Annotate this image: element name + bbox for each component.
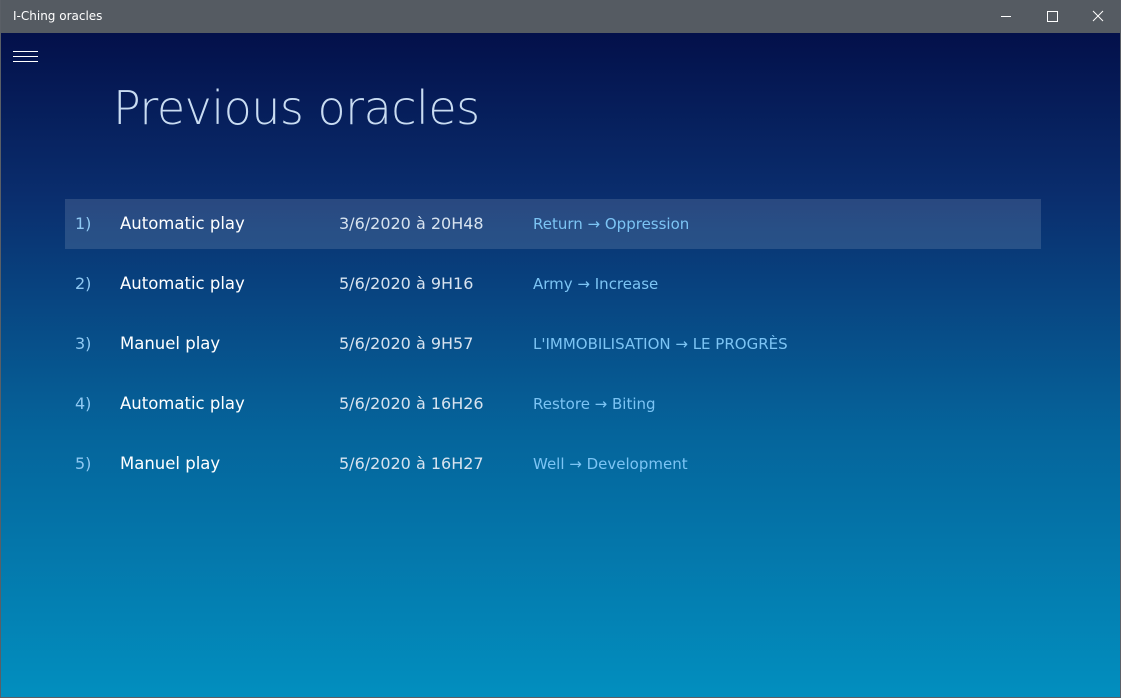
hamburger-icon (13, 51, 38, 52)
row-number: 1) (75, 214, 92, 233)
oracle-date: 5/6/2020 à 9H57 (339, 334, 474, 353)
oracle-date: 3/6/2020 à 20H48 (339, 214, 484, 233)
oracle-result: Well → Development (533, 455, 688, 473)
oracle-row-5[interactable]: 5) Manuel play 5/6/2020 à 16H27 Well → D… (65, 439, 1041, 489)
row-number: 4) (75, 394, 92, 413)
maximize-button[interactable] (1029, 0, 1075, 33)
page-title: Previous oracles (113, 81, 480, 135)
oracle-date: 5/6/2020 à 9H16 (339, 274, 474, 293)
oracle-row-4[interactable]: 4) Automatic play 5/6/2020 à 16H26 Resto… (65, 379, 1041, 429)
minimize-icon (1001, 16, 1011, 17)
main-content: Previous oracles 1) Automatic play 3/6/2… (1, 33, 1120, 697)
oracle-row-1[interactable]: 1) Automatic play 3/6/2020 à 20H48 Retur… (65, 199, 1041, 249)
oracle-row-2[interactable]: 2) Automatic play 5/6/2020 à 9H16 Army →… (65, 259, 1041, 309)
close-button[interactable] (1075, 0, 1120, 33)
app-window: I-Ching oracles Previous oracles 1) Auto… (0, 0, 1121, 698)
row-number: 5) (75, 454, 92, 473)
play-type: Manuel play (120, 334, 221, 353)
hamburger-menu-button[interactable] (13, 49, 39, 65)
row-number: 2) (75, 274, 92, 293)
oracle-row-3[interactable]: 3) Manuel play 5/6/2020 à 9H57 L'IMMOBIL… (65, 319, 1041, 369)
oracle-result: Restore → Biting (533, 395, 656, 413)
hamburger-icon-line (13, 56, 38, 57)
row-number: 3) (75, 334, 92, 353)
play-type: Manuel play (120, 454, 221, 473)
title-bar[interactable]: I-Ching oracles (1, 0, 1120, 33)
minimize-button[interactable] (983, 0, 1029, 33)
play-type: Automatic play (120, 214, 245, 233)
play-type: Automatic play (120, 394, 245, 413)
oracle-date: 5/6/2020 à 16H27 (339, 454, 484, 473)
oracle-result: L'IMMOBILISATION → LE PROGRÈS (533, 335, 788, 353)
window-title: I-Ching oracles (13, 9, 103, 23)
oracle-result: Army → Increase (533, 275, 659, 293)
oracle-list: 1) Automatic play 3/6/2020 à 20H48 Retur… (65, 199, 1041, 499)
close-icon (1092, 10, 1104, 22)
oracle-result: Return → Oppression (533, 215, 690, 233)
hamburger-icon-line (13, 61, 38, 62)
play-type: Automatic play (120, 274, 245, 293)
oracle-date: 5/6/2020 à 16H26 (339, 394, 484, 413)
maximize-icon (1047, 11, 1058, 22)
